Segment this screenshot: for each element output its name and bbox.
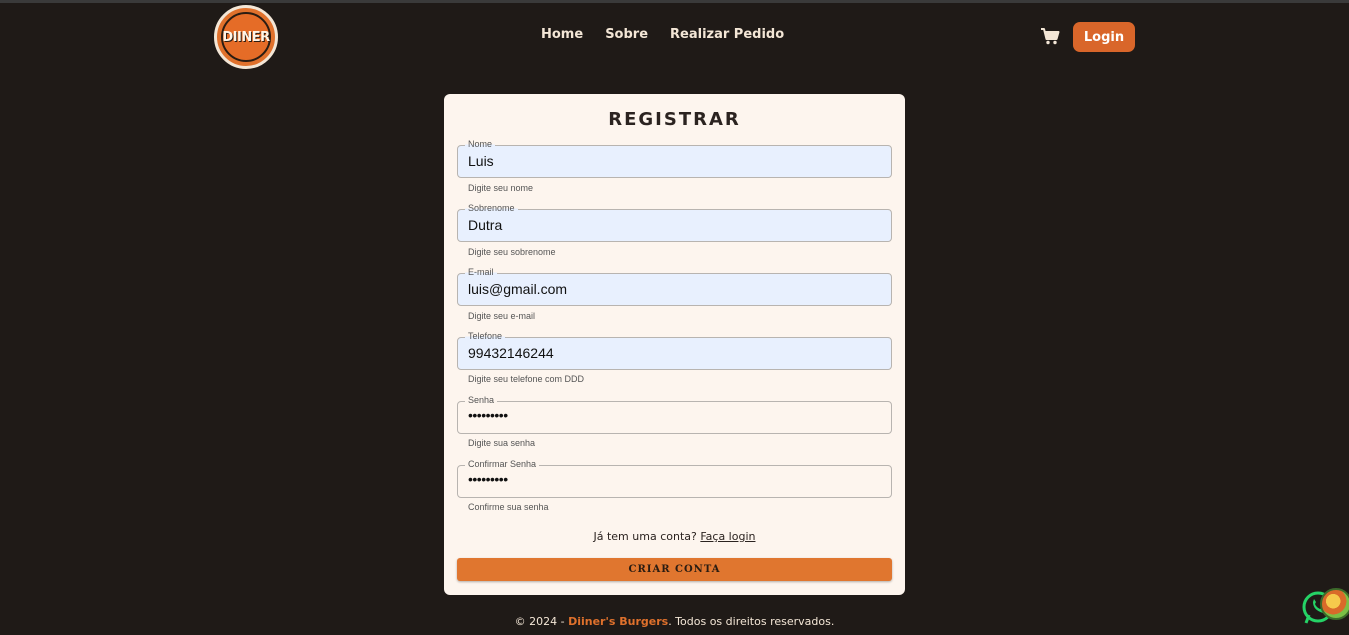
email-helper: Digite seu e-mail — [468, 311, 536, 321]
footer-brand: Diiner's Burgers — [568, 615, 669, 628]
email-field[interactable]: E-mail luis@gmail.com — [457, 267, 892, 306]
password-helper: Digite sua senha — [468, 438, 536, 448]
logo-text: DIINER — [221, 12, 271, 62]
confirm-password-label: Confirmar Senha — [465, 459, 540, 470]
already-have-account: Já tem uma conta? Faça login — [444, 530, 905, 543]
email-value: luis@gmail.com — [468, 281, 568, 297]
last-name-value: Dutra — [468, 217, 503, 233]
chat-avatar-icon[interactable] — [1320, 588, 1349, 620]
create-account-button[interactable]: CRIAR CONTA — [457, 558, 892, 581]
browser-top-line — [0, 0, 1349, 3]
last-name-helper: Digite seu sobrenome — [468, 247, 556, 257]
confirm-password-helper: Confirme sua senha — [468, 502, 549, 512]
phone-value: 99432146244 — [468, 345, 554, 361]
nav-sobre[interactable]: Sobre — [605, 27, 648, 42]
first-name-value: Luis — [468, 153, 494, 169]
register-card: REGISTRAR Nome Luis Digite seu nome Sobr… — [444, 94, 905, 595]
last-name-input[interactable] — [457, 209, 892, 242]
form-title: REGISTRAR — [608, 109, 741, 130]
first-name-input[interactable] — [457, 145, 892, 178]
phone-helper: Digite seu telefone com DDD — [468, 374, 585, 384]
last-name-label: Sobrenome — [465, 203, 518, 214]
nav-home[interactable]: Home — [541, 27, 583, 42]
password-field[interactable]: Senha ••••••••• — [457, 395, 892, 434]
cart-icon[interactable] — [1040, 27, 1060, 45]
login-link[interactable]: Faça login — [700, 530, 755, 543]
email-label: E-mail — [465, 267, 497, 278]
login-button[interactable]: Login — [1073, 22, 1135, 52]
nav-realizar-pedido[interactable]: Realizar Pedido — [670, 27, 784, 42]
password-label: Senha — [465, 395, 498, 406]
footer-suffix: . Todos os direitos reservados. — [668, 615, 835, 628]
footer-prefix: © 2024 - — [514, 615, 569, 628]
confirm-password-value: ••••••••• — [468, 471, 508, 487]
brand-logo[interactable]: DIINER — [214, 5, 278, 69]
first-name-label: Nome — [465, 139, 496, 150]
last-name-field[interactable]: Sobrenome Dutra — [457, 203, 892, 242]
footer: © 2024 - Diiner's Burgers. Todos os dire… — [0, 615, 1349, 628]
already-text: Já tem uma conta? — [593, 530, 697, 543]
password-input[interactable] — [457, 401, 892, 434]
first-name-field[interactable]: Nome Luis — [457, 139, 892, 178]
first-name-helper: Digite seu nome — [468, 183, 534, 193]
password-value: ••••••••• — [468, 407, 508, 423]
confirm-password-field[interactable]: Confirmar Senha ••••••••• — [457, 459, 892, 498]
main-nav: Home Sobre Realizar Pedido — [541, 27, 806, 42]
phone-field[interactable]: Telefone 99432146244 — [457, 331, 892, 370]
phone-label: Telefone — [465, 331, 506, 342]
